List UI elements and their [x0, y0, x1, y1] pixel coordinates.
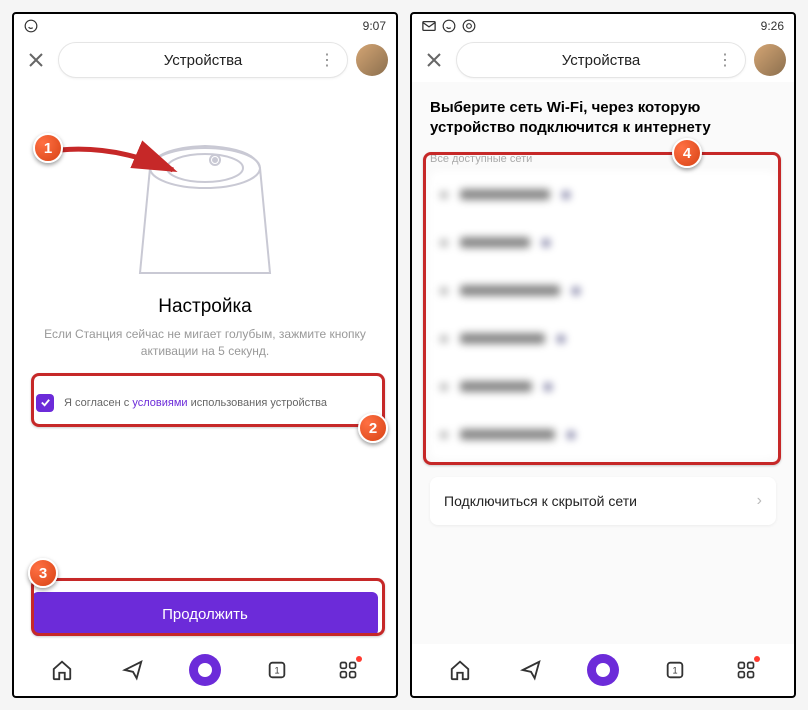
grid-icon — [736, 660, 756, 680]
tabs-icon: 1 — [266, 659, 288, 681]
wifi-network-item[interactable] — [430, 267, 776, 315]
alice-icon — [198, 663, 212, 677]
status-time: 9:07 — [363, 19, 386, 33]
whatsapp-icon — [442, 19, 456, 33]
nav-alice[interactable] — [189, 654, 221, 686]
nav-send[interactable] — [515, 654, 547, 686]
wifi-heading: Выберите сеть Wi-Fi, через которую устро… — [430, 98, 776, 139]
notification-dot — [356, 656, 362, 662]
home-icon — [449, 659, 471, 681]
grid-icon — [338, 660, 358, 680]
status-time: 9:26 — [761, 19, 784, 33]
setup-description: Если Станция сейчас не мигает голубым, з… — [32, 326, 378, 360]
header: Устройства ⋮ — [14, 38, 396, 82]
screen-wifi: 9:26 Устройства ⋮ Выберите сеть Wi-Fi, ч… — [410, 12, 796, 698]
svg-text:1: 1 — [274, 666, 279, 676]
statusbar: 9:07 — [14, 14, 396, 38]
wifi-network-item[interactable] — [430, 411, 776, 459]
notification-dot — [754, 656, 760, 662]
avatar[interactable] — [754, 44, 786, 76]
chevron-right-icon: › — [757, 492, 762, 510]
home-icon — [51, 659, 73, 681]
continue-button[interactable]: Продолжить — [32, 592, 378, 636]
nav-services[interactable] — [730, 654, 762, 686]
screen-setup: 9:07 Устройства ⋮ — [12, 12, 398, 698]
header-title: Устройства — [562, 52, 640, 69]
close-button[interactable] — [22, 46, 50, 74]
wifi-all-networks-label: Все доступные сети — [430, 153, 776, 165]
header: Устройства ⋮ — [412, 38, 794, 82]
nav-services[interactable] — [332, 654, 364, 686]
whatsapp-icon — [24, 19, 38, 33]
at-icon — [462, 19, 476, 33]
wifi-network-item[interactable] — [430, 315, 776, 363]
header-title-pill[interactable]: Устройства ⋮ — [58, 42, 348, 78]
nav-tabs[interactable]: 1 — [261, 654, 293, 686]
nav-tabs[interactable]: 1 — [659, 654, 691, 686]
statusbar: 9:26 — [412, 14, 794, 38]
bottom-nav: 1 — [412, 644, 794, 696]
device-illustration — [32, 108, 378, 288]
wifi-network-item[interactable] — [430, 171, 776, 219]
header-title-pill[interactable]: Устройства ⋮ — [456, 42, 746, 78]
nav-home[interactable] — [444, 654, 476, 686]
alice-icon — [596, 663, 610, 677]
avatar[interactable] — [356, 44, 388, 76]
terms-link[interactable]: условиями — [132, 397, 187, 409]
close-icon — [426, 52, 442, 68]
terms-checkbox[interactable] — [36, 394, 54, 412]
wifi-network-item[interactable] — [430, 219, 776, 267]
menu-button[interactable]: ⋮ — [319, 50, 335, 70]
svg-text:1: 1 — [672, 666, 677, 676]
nav-home[interactable] — [46, 654, 78, 686]
menu-button[interactable]: ⋮ — [717, 50, 733, 70]
nav-alice[interactable] — [587, 654, 619, 686]
bottom-nav: 1 — [14, 644, 396, 696]
setup-title: Настройка — [32, 296, 378, 318]
terms-row: Я согласен с условиями использования уст… — [32, 386, 378, 420]
terms-text: Я согласен с условиями использования уст… — [64, 397, 327, 409]
check-icon — [40, 397, 51, 408]
wifi-network-item[interactable] — [430, 363, 776, 411]
nav-send[interactable] — [117, 654, 149, 686]
tabs-icon: 1 — [664, 659, 686, 681]
close-button[interactable] — [420, 46, 448, 74]
hidden-network-button[interactable]: Подключиться к скрытой сети › — [430, 477, 776, 525]
send-icon — [520, 659, 542, 681]
close-icon — [28, 52, 44, 68]
send-icon — [122, 659, 144, 681]
mail-icon — [422, 20, 436, 32]
header-title: Устройства — [164, 52, 242, 69]
wifi-network-list — [430, 171, 776, 459]
hidden-network-label: Подключиться к скрытой сети — [444, 493, 637, 509]
